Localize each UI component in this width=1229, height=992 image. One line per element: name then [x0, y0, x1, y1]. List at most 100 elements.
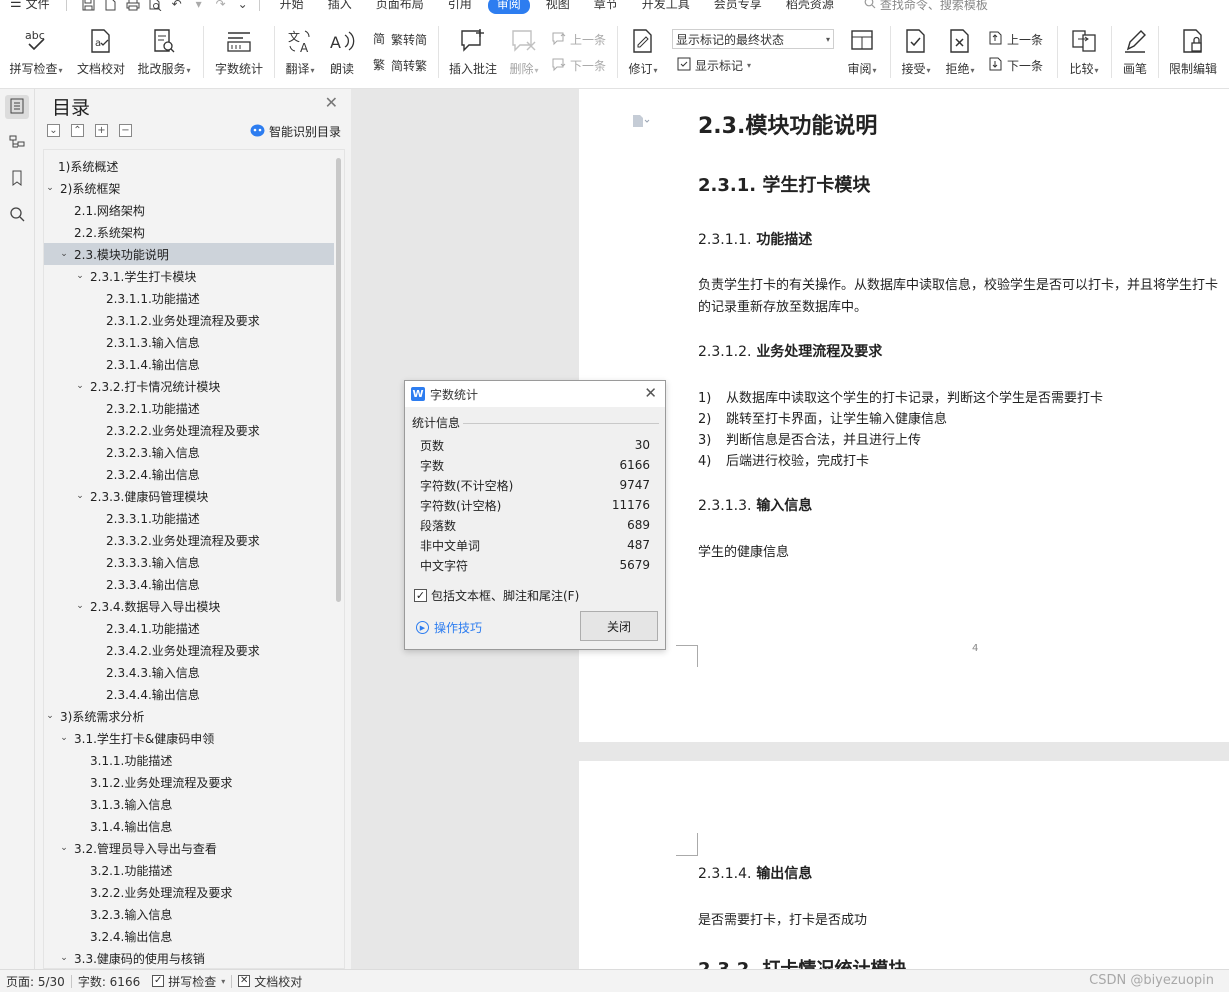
toc-item[interactable]: 3.1.3.输入信息	[44, 793, 334, 815]
collapse-all-icon[interactable]: −	[119, 124, 132, 137]
read-aloud-button[interactable]: A 朗读	[324, 26, 360, 77]
document-page[interactable]: 2.3.模块功能说明 2.3.1. 学生打卡模块 2.3.1.1. 功能描述 负…	[579, 89, 1229, 742]
accept-button[interactable]: 接受▾	[896, 26, 936, 77]
close-button[interactable]: 关闭	[580, 611, 658, 641]
export-pdf-icon[interactable]	[103, 0, 119, 11]
reject-button[interactable]: 拒绝▾	[940, 26, 980, 77]
tab-docer-resources[interactable]: 稻壳资源	[774, 0, 846, 11]
chevron-down-icon[interactable]: ⌄	[74, 491, 86, 501]
page-indicator[interactable]: 页面: 5/30	[0, 973, 71, 990]
chevron-down-icon[interactable]: ⌄	[74, 271, 86, 281]
toc-item[interactable]: 1)系统概述	[44, 155, 334, 177]
expand-all-icon[interactable]: +	[95, 124, 108, 137]
tab-page-layout[interactable]: 页面布局	[364, 0, 436, 11]
chevron-down-icon[interactable]: ⌄	[44, 711, 56, 721]
toc-item[interactable]: ⌄ 2.3.2.打卡情况统计模块	[44, 375, 334, 397]
smart-toc-button[interactable]: 智能识别目录	[250, 123, 341, 140]
toc-item[interactable]: 2.3.2.2.业务处理流程及要求	[44, 419, 334, 441]
close-icon[interactable]: ✕	[644, 384, 657, 402]
tips-link[interactable]: ▶ 操作技巧	[416, 619, 482, 636]
toc-panel-button[interactable]	[5, 95, 29, 119]
toc-item[interactable]: ⌄ 3.1.学生打卡&健康码申领	[44, 727, 334, 749]
spell-check-button[interactable]: abc 拼写检查▾	[6, 26, 66, 77]
toc-item[interactable]: 3.2.2.业务处理流程及要求	[44, 881, 334, 903]
toc-item[interactable]: 2.3.4.1.功能描述	[44, 617, 334, 639]
delete-comment-button[interactable]: 删除▾	[504, 26, 544, 77]
prev-change-button[interactable]: 上一条	[988, 30, 1043, 49]
batch-service-button[interactable]: 批改服务▾	[134, 26, 194, 77]
compare-button[interactable]: 比较▾	[1064, 26, 1104, 77]
save-icon[interactable]	[81, 0, 97, 11]
toc-item[interactable]: 2.3.1.3.输入信息	[44, 331, 334, 353]
restrict-edit-button[interactable]: 限制编辑	[1164, 26, 1222, 77]
toc-item[interactable]: ⌄ 2)系统框架	[44, 177, 334, 199]
toc-item[interactable]: 3.2.3.输入信息	[44, 903, 334, 925]
expand-level-icon[interactable]: ⌄	[47, 124, 60, 137]
tab-chapter[interactable]: 章节	[582, 0, 630, 11]
paragraph-handle-icon[interactable]	[631, 113, 651, 132]
ink-pen-button[interactable]: 画笔	[1118, 26, 1152, 77]
chevron-down-icon[interactable]: ⌄	[74, 601, 86, 611]
toc-item[interactable]: 2.3.3.2.业务处理流程及要求	[44, 529, 334, 551]
trad-to-simp-button[interactable]: 简 繁转简	[372, 30, 427, 49]
toc-item[interactable]: 2.3.1.4.输出信息	[44, 353, 334, 375]
chevron-down-icon[interactable]: ⌄	[74, 381, 86, 391]
toc-item[interactable]: 2.1.网络架构	[44, 199, 334, 221]
toc-item[interactable]: ⌄ 2.3.4.数据导入导出模块	[44, 595, 334, 617]
toc-item[interactable]: 2.3.3.4.输出信息	[44, 573, 334, 595]
word-count-button[interactable]: 字数统计	[211, 26, 267, 77]
prev-comment-button[interactable]: 上一条	[551, 30, 606, 49]
toc-item[interactable]: ⌄ 3.2.管理员导入导出与查看	[44, 837, 334, 859]
word-count-indicator[interactable]: 字数: 6166	[72, 973, 146, 990]
close-icon[interactable]: ✕	[325, 93, 338, 112]
toc-item[interactable]: 2.3.3.1.功能描述	[44, 507, 334, 529]
tab-home[interactable]: 开始	[268, 0, 316, 11]
toc-item[interactable]: 3.2.4.输出信息	[44, 925, 334, 947]
collapse-level-icon[interactable]: ⌃	[71, 124, 84, 137]
toc-item[interactable]: 3.2.1.功能描述	[44, 859, 334, 881]
next-comment-button[interactable]: 下一条	[551, 56, 606, 75]
markup-mode-select[interactable]: 显示标记的最终状态 ▾	[672, 29, 834, 49]
tab-view[interactable]: 视图	[534, 0, 582, 11]
print-preview-icon[interactable]	[147, 0, 163, 11]
tab-insert[interactable]: 插入	[316, 0, 364, 11]
toc-item[interactable]: 2.3.1.2.业务处理流程及要求	[44, 309, 334, 331]
doc-proof-toggle[interactable]: ✕ 文档校对	[232, 973, 308, 990]
redo-icon[interactable]: ↷	[213, 0, 229, 11]
toc-item[interactable]: 2.3.2.1.功能描述	[44, 397, 334, 419]
translate-button[interactable]: 文A 翻译▾	[280, 26, 320, 77]
file-menu[interactable]: ☰ 文件	[0, 0, 58, 11]
find-button[interactable]	[5, 203, 29, 227]
toc-item[interactable]: 2.3.3.3.输入信息	[44, 551, 334, 573]
toc-scrollbar[interactable]	[336, 158, 341, 602]
document-page[interactable]: 2.3.1.4. 输出信息 是否需要打卡，打卡是否成功 2.3.2. 打卡情况统…	[579, 761, 1229, 969]
tab-developer[interactable]: 开发工具	[630, 0, 702, 11]
toc-item[interactable]: 2.2.系统架构	[44, 221, 334, 243]
toc-item[interactable]: ⌄ 2.3.3.健康码管理模块	[44, 485, 334, 507]
next-change-button[interactable]: 下一条	[988, 56, 1043, 75]
toc-item[interactable]: ⌄ 2.3.模块功能说明	[44, 243, 334, 265]
toc-item[interactable]: 3.1.2.业务处理流程及要求	[44, 771, 334, 793]
bookmark-button[interactable]	[5, 167, 29, 191]
toc-item[interactable]: 3.1.1.功能描述	[44, 749, 334, 771]
review-pane-button[interactable]: 审阅▾	[842, 26, 882, 77]
undo-dropdown-icon[interactable]: ▾	[191, 0, 207, 11]
dialog-titlebar[interactable]: W 字数统计 ✕	[405, 381, 665, 407]
chevron-down-icon[interactable]: ⌄	[58, 843, 70, 853]
customize-toolbar-icon[interactable]: ⌄	[235, 0, 251, 11]
chevron-down-icon[interactable]: ⌄	[58, 953, 70, 963]
toc-item[interactable]: ⌄ 2.3.1.学生打卡模块	[44, 265, 334, 287]
chapter-nav-button[interactable]	[5, 131, 29, 155]
toc-item[interactable]: ⌄ 3.3.健康码的使用与核销	[44, 947, 334, 968]
insert-comment-button[interactable]: 插入批注	[446, 26, 500, 77]
toc-item[interactable]: 2.3.4.2.业务处理流程及要求	[44, 639, 334, 661]
tab-review[interactable]: 审阅	[487, 0, 530, 14]
track-changes-button[interactable]: 修订▾	[624, 26, 662, 77]
toc-item[interactable]: 2.3.4.3.输入信息	[44, 661, 334, 683]
toc-item[interactable]: 2.3.2.4.输出信息	[44, 463, 334, 485]
chevron-down-icon[interactable]: ⌄	[44, 183, 56, 193]
toc-item[interactable]: 2.3.2.3.输入信息	[44, 441, 334, 463]
spell-check-toggle[interactable]: ✓ 拼写检查 ▾	[146, 973, 231, 990]
tab-references[interactable]: 引用	[436, 0, 484, 11]
toc-item[interactable]: 3.1.4.输出信息	[44, 815, 334, 837]
